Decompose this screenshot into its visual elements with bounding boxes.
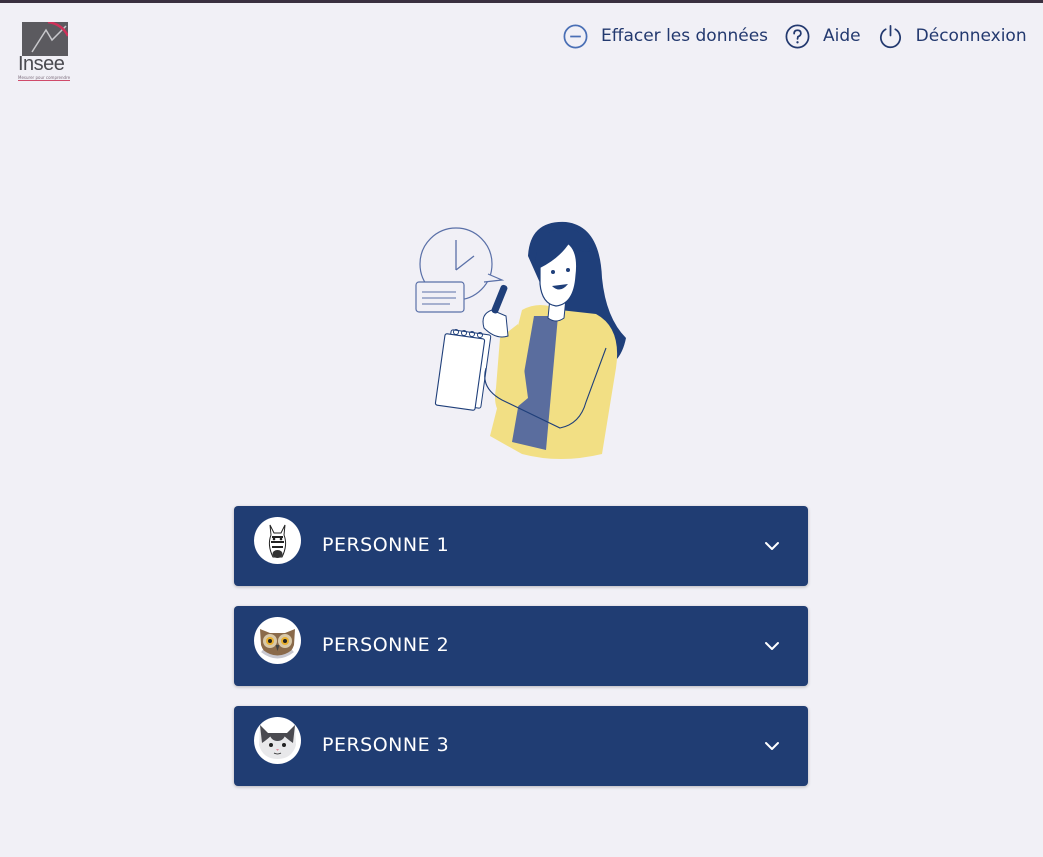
- chevron-down-icon[interactable]: [760, 734, 784, 758]
- question-circle-icon: [785, 24, 810, 48]
- owl-icon: [254, 617, 301, 664]
- cat-icon: [254, 717, 301, 764]
- person-2-accordion[interactable]: PERSONNE 2: [234, 606, 808, 686]
- logo-tagline: Mesurer pour comprendre: [18, 75, 71, 81]
- help-button[interactable]: Aide: [784, 23, 861, 50]
- minus-circle-icon: [563, 24, 588, 48]
- clear-data-button[interactable]: Effacer les données: [562, 23, 768, 50]
- woman-writing-notes-illustration: [410, 218, 635, 460]
- power-icon: [879, 24, 901, 48]
- logo-mark: [22, 22, 68, 56]
- person-3-label: PERSONNE 3: [322, 734, 450, 756]
- chevron-down-icon[interactable]: [760, 534, 784, 558]
- top-border: [0, 0, 1043, 3]
- zebra-icon: [254, 517, 301, 564]
- help-label: Aide: [823, 26, 861, 46]
- logout-label: Déconnexion: [915, 26, 1027, 46]
- clear-data-label: Effacer les données: [601, 26, 769, 46]
- person-1-accordion[interactable]: PERSONNE 1: [234, 506, 808, 586]
- header-toolbar: Effacer les données Aide Déconnexion: [562, 22, 1027, 50]
- logout-button[interactable]: Déconnexion: [877, 23, 1027, 50]
- logo-wordmark: Insee: [18, 53, 65, 75]
- person-2-label: PERSONNE 2: [322, 634, 450, 656]
- person-3-accordion[interactable]: PERSONNE 3: [234, 706, 808, 786]
- chevron-down-icon[interactable]: [760, 634, 784, 658]
- insee-logo[interactable]: Insee Mesurer pour comprendre: [18, 22, 72, 84]
- person-1-label: PERSONNE 1: [322, 534, 450, 556]
